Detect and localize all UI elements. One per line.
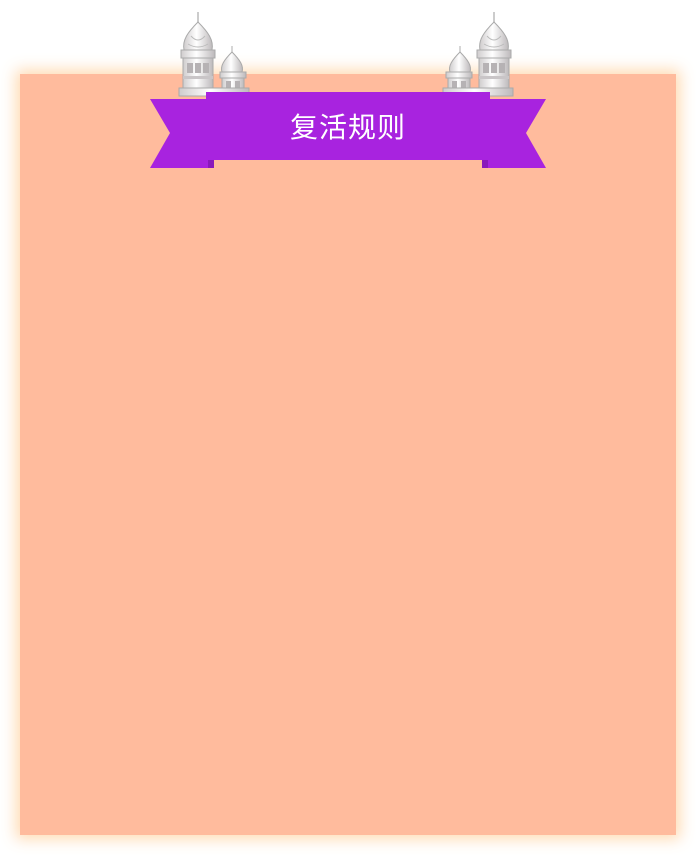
onion-dome-tower-icon: [178, 12, 250, 97]
ribbon-left-tail: [150, 99, 214, 168]
rules-panel: [20, 74, 676, 835]
page-title: 复活规则: [289, 111, 406, 144]
onion-dome-tower-icon: [442, 12, 514, 97]
ribbon-right-tail: [482, 99, 546, 168]
